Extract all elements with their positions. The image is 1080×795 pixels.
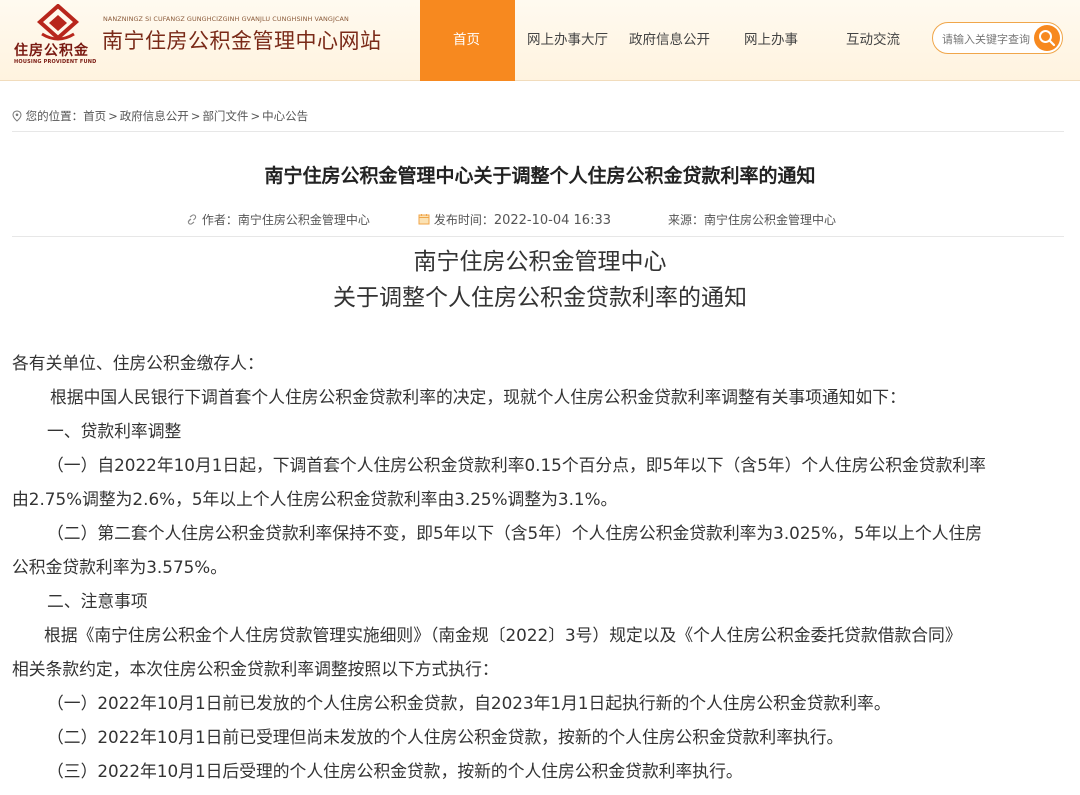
nav-online-service[interactable]: 网上办事: [744, 28, 798, 48]
search-box: [932, 22, 1063, 54]
body-paragraph: （二）第二套个人住房公积金贷款利率保持不变，即5年以下（含5年）个人住房公积金贷…: [47, 523, 983, 543]
nav-home[interactable]: 首页: [453, 28, 480, 48]
article-title: 南宁住房公积金管理中心关于调整个人住房公积金贷款利率的通知: [264, 165, 816, 187]
list-item: （二）2022年10月1日前已受理但尚未发放的个人住房公积金贷款，按新的个人住房…: [47, 727, 844, 747]
body-paragraph: 根据中国人民银行下调首套个人住房公积金贷款利率的决定，现就个人住房公积金贷款利率…: [50, 387, 906, 407]
link-icon: [187, 214, 197, 225]
salutation: 各有关单位、住房公积金缴存人：: [12, 353, 264, 373]
location-pin-icon: [12, 110, 22, 122]
article-source: 来源：南宁住房公积金管理中心: [668, 211, 836, 228]
breadcrumb-home[interactable]: 首页: [83, 109, 106, 123]
site-title[interactable]: 南宁住房公积金管理中心网站: [102, 25, 382, 55]
document-heading-line1: 南宁住房公积金管理中心: [413, 249, 667, 275]
list-item: （一）2022年10月1日前已发放的个人住房公积金贷款，自2023年1月1日起执…: [47, 693, 891, 713]
list-item: （三）2022年10月1日后受理的个人住房公积金贷款，按新的个人住房公积金贷款利…: [47, 761, 743, 781]
section-heading: 二、注意事项: [47, 591, 148, 611]
body-paragraph: 根据《南宁住房公积金个人住房贷款管理实施细则》（南金规〔2022〕3号）规定以及…: [44, 625, 962, 645]
body-paragraph-continued: 相关条款约定，本次住房公积金贷款利率调整按照以下方式执行：: [12, 659, 499, 679]
breadcrumb-separator: >: [108, 109, 118, 123]
divider: [12, 236, 1064, 237]
breadcrumb-separator: >: [250, 109, 261, 123]
article-author: 作者：南宁住房公积金管理中心: [186, 211, 370, 228]
site-title-pinyin: NANZNINGZ SI CUFANGZ GUNGHCIZGINH GVANJL…: [103, 15, 349, 23]
breadcrumb-prefix: 您的位置：: [25, 109, 84, 123]
search-icon: [1039, 30, 1056, 47]
body-paragraph-continued: 由2.75%调整为2.6%，5年以上个人住房公积金贷款利率由3.25%调整为3.…: [12, 489, 618, 509]
author-value: 南宁住房公积金管理中心: [237, 213, 370, 227]
date-value: 2022-10-04 16:33: [493, 213, 611, 228]
source-label: 来源：: [668, 213, 705, 227]
housing-fund-logo-icon[interactable]: [36, 4, 80, 44]
breadcrumb-gov-info[interactable]: 政府信息公开: [120, 109, 189, 123]
breadcrumb-notices[interactable]: 中心公告: [262, 109, 308, 123]
section-heading: 一、贷款利率调整: [47, 421, 182, 441]
breadcrumb-separator: >: [190, 109, 201, 123]
body-paragraph-continued: 公积金贷款利率为3.575%。: [12, 557, 228, 577]
date-label: 发布时间：: [433, 213, 494, 227]
article-date: 发布时间：2022-10-04 16:33: [418, 211, 611, 228]
logo-subtext: HOUSING PROVIDENT FUND: [14, 59, 97, 65]
nav-gov-info[interactable]: 政府信息公开: [629, 28, 710, 48]
logo-text: 住房公积金: [14, 43, 89, 59]
divider: [12, 131, 1064, 132]
author-label: 作者：: [201, 213, 238, 227]
nav-interaction[interactable]: 互动交流: [846, 28, 900, 48]
breadcrumb-dept-docs[interactable]: 部门文件: [202, 109, 248, 123]
search-input[interactable]: [942, 29, 1034, 49]
calendar-icon: [418, 214, 430, 225]
body-paragraph: （一）自2022年10月1日起，下调首套个人住房公积金贷款利率0.15个百分点，…: [47, 455, 986, 475]
nav-online-hall[interactable]: 网上办事大厅: [527, 28, 608, 48]
source-value: 南宁住房公积金管理中心: [704, 213, 837, 227]
site-header: 住房公积金 HOUSING PROVIDENT FUND NANZNINGZ S…: [0, 0, 1080, 81]
search-button[interactable]: [1034, 25, 1060, 51]
document-heading-line2: 关于调整个人住房公积金贷款利率的通知: [333, 285, 747, 311]
breadcrumb: 您的位置：首页 > 政府信息公开 > 部门文件 > 中心公告: [12, 108, 308, 124]
